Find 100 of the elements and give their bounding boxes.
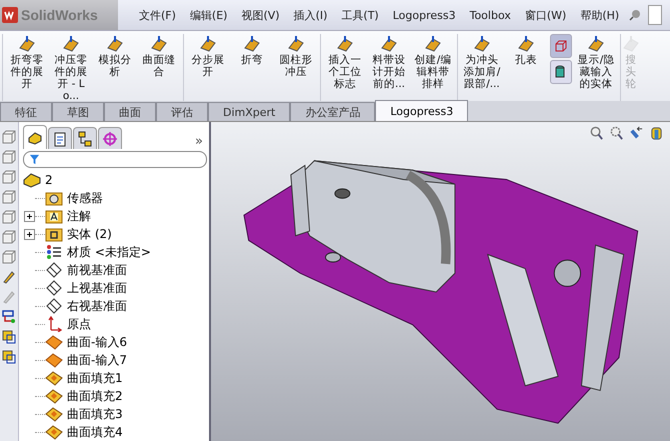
- tree-item[interactable]: 2: [45, 173, 53, 187]
- annotation-folder-icon: [45, 208, 63, 224]
- folded-sheet-icon: [516, 34, 536, 54]
- menu-item[interactable]: 编辑(E): [182, 8, 234, 22]
- tree-item[interactable]: 曲面填充2: [67, 388, 123, 404]
- tree-item[interactable]: 传感器: [67, 190, 103, 206]
- menu-item[interactable]: Toolbox: [462, 8, 518, 22]
- expand-chevron[interactable]: »: [195, 134, 203, 149]
- plane-icon: [45, 298, 63, 314]
- tree-item[interactable]: 曲面填充1: [67, 370, 123, 386]
- tab[interactable]: 办公室产品: [290, 102, 376, 121]
- tab[interactable]: 草图: [52, 102, 104, 121]
- tab[interactable]: 评估: [156, 102, 208, 121]
- layers-icon[interactable]: [2, 350, 16, 364]
- cube-icon[interactable]: [2, 210, 16, 224]
- crosshair-icon[interactable]: [98, 127, 122, 149]
- ribbon-button[interactable]: 料带设计开始前的...: [367, 34, 411, 90]
- ribbon-button[interactable]: 曲面缝合: [137, 34, 181, 78]
- tree-item[interactable]: 右视基准面: [67, 298, 127, 314]
- tab[interactable]: 特征: [0, 102, 52, 121]
- ribbon-button[interactable]: 创建/编辑料带排样: [411, 34, 455, 90]
- tree-item[interactable]: 材质 <未指定>: [67, 244, 151, 260]
- tree-item[interactable]: 注解: [67, 208, 91, 224]
- section-view-icon[interactable]: [649, 126, 664, 141]
- surface-fill-icon: [45, 424, 63, 440]
- surface-icon: [45, 334, 63, 350]
- clipboard-icon[interactable]: [48, 127, 72, 149]
- folded-sheet-icon: [198, 34, 218, 54]
- previous-view-icon[interactable]: [629, 126, 644, 141]
- sensor-folder-icon: [45, 190, 63, 206]
- menu-item[interactable]: 视图(V): [234, 8, 287, 22]
- plane-icon: [45, 280, 63, 296]
- folded-sheet-icon: [105, 34, 125, 54]
- part-tree-icon[interactable]: [23, 125, 47, 149]
- hierarchy-icon[interactable]: [73, 127, 97, 149]
- tree-item[interactable]: 曲面填充3: [67, 406, 123, 422]
- cube-icon[interactable]: [2, 130, 16, 144]
- ribbon-button[interactable]: 分步展开: [186, 34, 230, 78]
- cylinder-tool-icon[interactable]: [550, 60, 572, 84]
- tree-item[interactable]: 上视基准面: [67, 280, 127, 296]
- menu-item[interactable]: 帮助(H): [573, 8, 626, 22]
- folded-sheet-icon: [149, 34, 169, 54]
- folded-sheet-icon: [17, 34, 37, 54]
- app-logo-text: SolidWorks: [21, 7, 98, 23]
- folded-sheet-icon: [586, 34, 606, 54]
- folded-sheet-icon: [335, 34, 355, 54]
- cube-icon[interactable]: [2, 170, 16, 184]
- cube-icon[interactable]: [2, 150, 16, 164]
- ribbon-button[interactable]: 折弯: [230, 34, 274, 66]
- ribbon-button[interactable]: 模拟分析: [93, 34, 137, 78]
- tree-item[interactable]: 曲面填充4: [67, 424, 123, 440]
- cube-icon[interactable]: [2, 250, 16, 264]
- tree-item[interactable]: 前视基准面: [67, 262, 127, 278]
- pencil-icon[interactable]: [2, 270, 16, 284]
- ribbon-button[interactable]: 显示/隐藏输入的实体: [574, 34, 618, 90]
- tab[interactable]: DimXpert: [208, 102, 290, 121]
- folded-sheet-icon: [472, 34, 492, 54]
- menu-item[interactable]: 窗口(W): [518, 8, 574, 22]
- ribbon-button[interactable]: 插入一个工位标志: [323, 34, 367, 90]
- menu-item[interactable]: 文件(F): [132, 8, 183, 22]
- surface-fill-icon: [45, 406, 63, 422]
- folded-sheet-icon: [379, 34, 399, 54]
- tree-item[interactable]: 曲面-输入6: [67, 334, 127, 350]
- folded-sheet-icon: [621, 34, 641, 54]
- zoom-fit-icon[interactable]: [589, 126, 604, 141]
- flowchart-icon[interactable]: [2, 310, 16, 324]
- cube-icon[interactable]: [2, 190, 16, 204]
- surface-icon: [45, 352, 63, 368]
- expand-icon[interactable]: [24, 228, 34, 240]
- tab[interactable]: Logopress3: [375, 100, 468, 121]
- logo-icon: [2, 7, 18, 23]
- ribbon-button[interactable]: 折弯零件的展开: [5, 34, 49, 90]
- tab[interactable]: 曲面: [104, 102, 156, 121]
- part-icon: [23, 172, 41, 188]
- ribbon-button[interactable]: 孔表: [504, 34, 548, 66]
- surface-fill-icon: [45, 388, 63, 404]
- zoom-area-icon[interactable]: [609, 126, 624, 141]
- surface-fill-icon: [45, 370, 63, 386]
- folded-sheet-icon: [242, 34, 262, 54]
- folded-sheet-icon: [423, 34, 443, 54]
- menu-item[interactable]: 插入(I): [286, 8, 334, 22]
- tree-item[interactable]: 原点: [67, 316, 91, 332]
- ribbon-button[interactable]: 为冲头添加肩/跟部/...: [460, 34, 504, 90]
- menu-item[interactable]: 工具(T): [334, 8, 386, 22]
- tree-item[interactable]: 实体 (2): [67, 226, 112, 242]
- body-folder-icon: [45, 226, 63, 242]
- ribbon-button[interactable]: 圆柱形冲压: [274, 34, 318, 78]
- menu-item[interactable]: Logopress3: [386, 8, 463, 22]
- tree-item[interactable]: 曲面-输入7: [67, 352, 127, 368]
- folded-sheet-icon: [61, 34, 81, 54]
- material-icon: [45, 244, 63, 260]
- expand-icon[interactable]: [24, 210, 34, 222]
- plane-icon: [45, 262, 63, 278]
- filter-icon[interactable]: [29, 154, 40, 165]
- ribbon-button[interactable]: 冲压零件的展开 - Lo...: [49, 34, 93, 101]
- folded-sheet-icon: [286, 34, 306, 54]
- cube-icon[interactable]: [2, 230, 16, 244]
- filter-field[interactable]: [23, 151, 207, 168]
- toolbar-field[interactable]: [648, 5, 662, 25]
- layers-icon[interactable]: [2, 330, 16, 344]
